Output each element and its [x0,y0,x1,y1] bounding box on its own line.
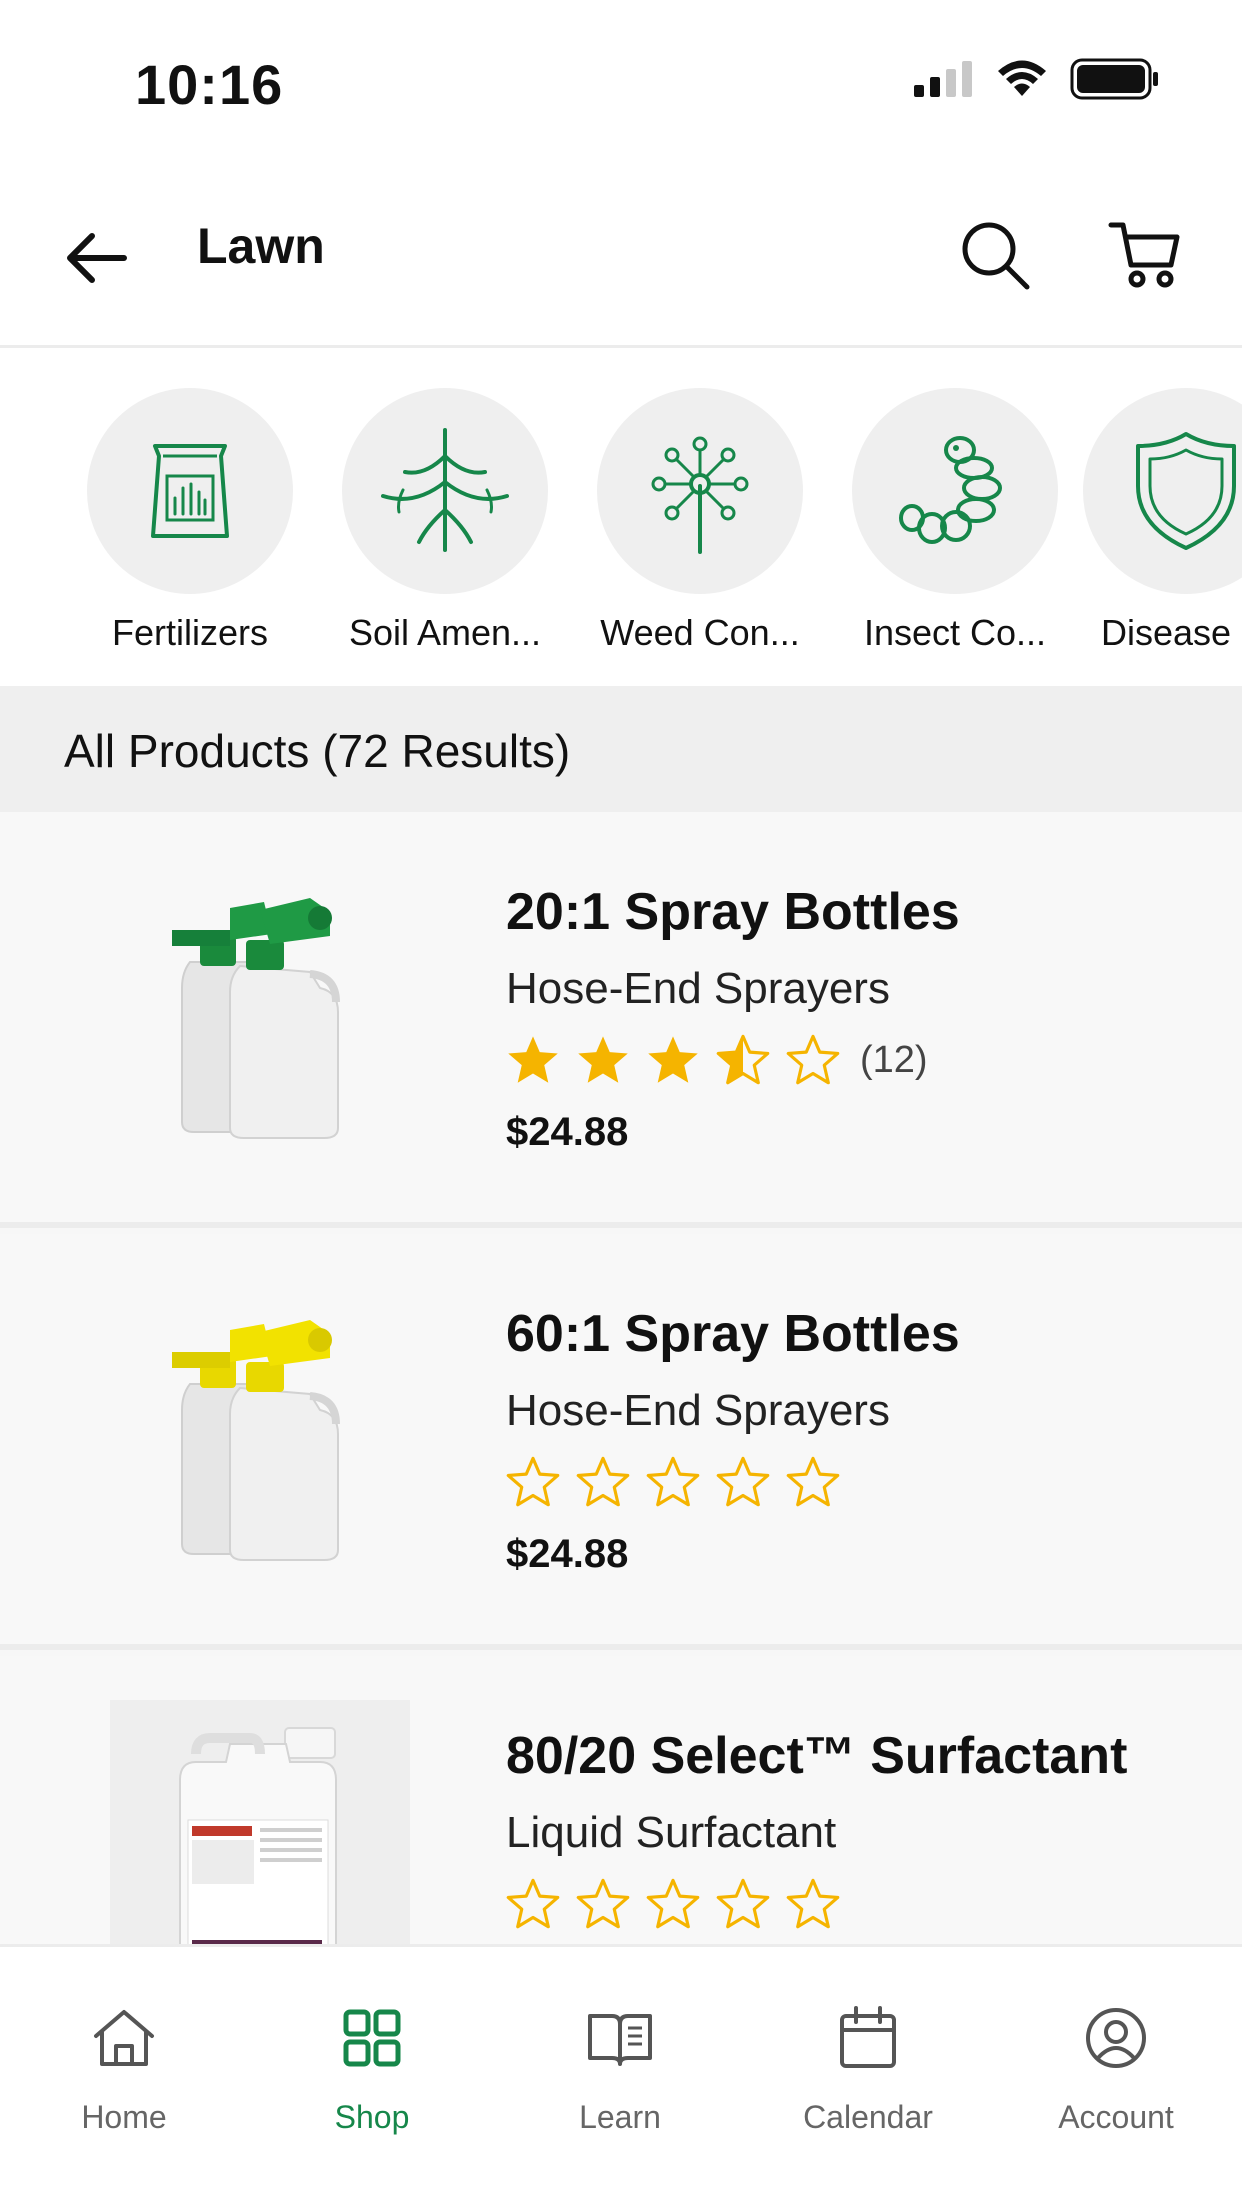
grid-icon [343,2009,401,2067]
cellular-signal-icon [914,61,972,97]
category-label: Soil Amen... [348,612,542,653]
category-label: Weed Con... [600,612,800,653]
product-subtitle: Liquid Surfactant [506,1808,837,1857]
product-subtitle: Hose-End Sprayers [506,964,890,1013]
category-circle [342,388,548,594]
star-empty-icon [786,1456,840,1507]
tab-label: Learn [579,2099,661,2135]
tab-label: Calendar [803,2099,933,2135]
battery-icon [1070,58,1158,100]
tab-shop[interactable]: Shop [248,2002,496,2136]
star-empty-icon [786,1034,840,1085]
fertilizer-bag-icon [151,444,229,538]
dandelion-icon [651,436,749,554]
category-circle [852,388,1058,594]
star-filled-icon [648,1036,698,1083]
wifi-icon [998,60,1046,96]
status-time: 10:16 [135,53,284,116]
star-empty-icon [576,1456,630,1507]
star-empty-icon [786,1878,840,1929]
product-subtitle: Hose-End Sprayers [506,1386,890,1435]
cart-icon [1108,222,1180,288]
shield-icon [1136,432,1236,550]
tab-learn[interactable]: Learn [496,2002,744,2136]
status-bar: 10:16 [0,0,1242,165]
category-label: Fertilizers [111,612,268,653]
category-circle [1083,388,1242,594]
star-empty-icon [576,1878,630,1929]
product-card[interactable]: 20:1 Spray Bottles Hose-End Sprayers (12… [0,812,1242,1228]
star-empty-icon [506,1878,560,1929]
app-header: Lawn [0,165,1242,348]
product-image [110,1700,410,1944]
product-name: 60:1 Spray Bottles [506,1305,960,1363]
product-name: 20:1 Spray Bottles [506,883,960,941]
product-card[interactable]: 60:1 Spray Bottles Hose-End Sprayers $24… [0,1234,1242,1650]
star-half-icon [716,1034,770,1085]
category-circle [87,388,293,594]
star-empty-icon [646,1456,700,1507]
results-count: All Products (72 Results) [64,725,571,777]
page-title: Lawn [197,218,325,274]
home-icon [94,2010,154,2066]
category-circle [597,388,803,594]
tab-calendar[interactable]: Calendar [744,2002,992,2136]
surfactant-jug-image [179,1727,337,1944]
results-header: All Products (72 Results) [0,686,1242,812]
category-carousel[interactable]: Fertilizers Soil Amen... Weed Con... Ins… [0,348,1242,686]
category-disease[interactable]: Disease [1083,388,1242,654]
calendar-icon [840,2006,896,2068]
product-rating [506,1878,840,1930]
product-image [110,1304,410,1574]
category-weed-control[interactable]: Weed Con... [573,388,827,654]
product-name: 80/20 Select™ Surfactant [506,1727,1128,1785]
product-price: $24.88 [506,1110,629,1154]
status-icons [914,58,1160,100]
product-image [110,882,410,1152]
search-icon [962,222,1030,290]
book-icon [588,2014,652,2066]
tab-label: Home [81,2099,167,2135]
arrow-left-icon [67,233,127,283]
star-empty-icon [716,1456,770,1507]
star-filled-icon [508,1036,558,1083]
tab-account[interactable]: Account [992,2002,1240,2136]
cart-button[interactable] [1105,213,1185,293]
product-price: $24.88 [506,1532,629,1576]
product-rating: (12) [506,1034,928,1086]
review-count: (12) [860,1038,928,1081]
search-button[interactable] [955,215,1035,295]
star-empty-icon [506,1456,560,1507]
category-label: Disease [1101,612,1232,653]
star-empty-icon [716,1878,770,1929]
category-insect-control[interactable]: Insect Co... [828,388,1082,654]
product-list[interactable]: 20:1 Spray Bottles Hose-End Sprayers (12… [0,812,1242,1944]
tab-label: Account [1058,2099,1174,2135]
spray-bottles-image [172,898,340,1139]
tab-label: Shop [334,2099,410,2135]
back-button[interactable] [62,223,132,293]
roots-icon [381,428,509,552]
bottom-tab-bar: Home Shop Learn Calendar Account [0,1944,1242,2208]
star-filled-icon [578,1036,628,1083]
tab-home[interactable]: Home [0,2002,248,2136]
grub-icon [899,436,1002,544]
product-rating [506,1456,840,1508]
category-soil-amendments[interactable]: Soil Amen... [318,388,572,654]
category-fertilizers[interactable]: Fertilizers [63,388,317,654]
product-card[interactable]: 80/20 Select™ Surfactant Liquid Surfacta… [0,1656,1242,1944]
star-empty-icon [646,1878,700,1929]
spray-bottles-image [172,1320,340,1561]
account-icon [1086,2008,1146,2068]
category-label: Insect Co... [863,612,1047,653]
